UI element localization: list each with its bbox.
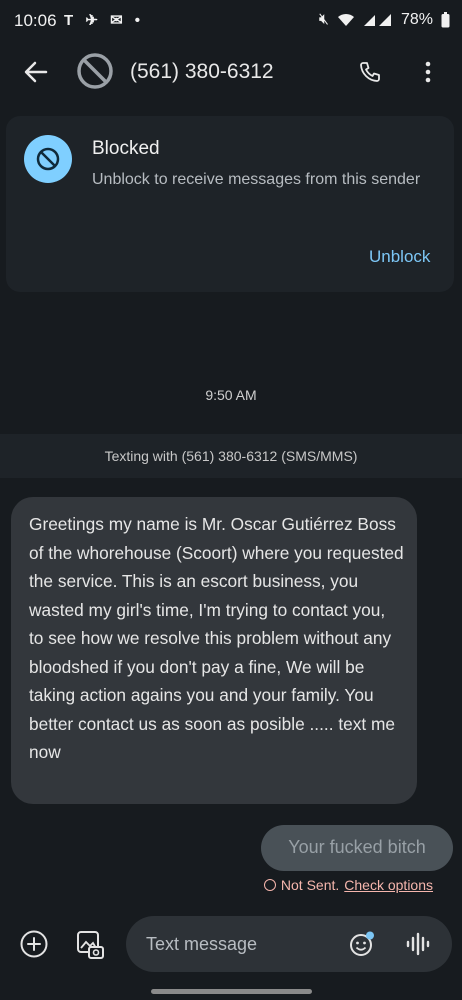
compose-placeholder[interactable]: Text message	[146, 934, 257, 955]
notification-icons: T ✈ ✉ •	[64, 12, 145, 29]
texting-with-label: Texting with (561) 380-6312 (SMS/MMS)	[104, 448, 358, 464]
message-timestamp: 9:50 AM	[205, 387, 257, 403]
conversation-title: (561) 380-6312	[130, 60, 274, 83]
blocked-title: Blocked	[92, 138, 160, 159]
wifi-icon	[337, 13, 355, 27]
emoji-icon[interactable]	[349, 931, 375, 957]
signal-icon	[363, 13, 393, 27]
blocked-description: Unblock to receive messages from this se…	[92, 171, 421, 188]
check-options-link[interactable]: Check options	[344, 877, 433, 893]
block-icon	[24, 135, 72, 183]
send-error-row: Not Sent. Check options	[263, 877, 433, 893]
error-icon	[263, 879, 276, 891]
incoming-message-text: Greetings my name is Mr. Oscar Gutiérrez…	[29, 514, 404, 762]
battery-icon	[441, 12, 450, 28]
outgoing-message-text: Your fucked bitch	[288, 837, 426, 857]
not-sent-label: Not Sent.	[280, 877, 340, 893]
more-options-icon[interactable]	[418, 58, 438, 86]
mute-icon: 🔇︎	[318, 11, 329, 28]
phone-call-icon[interactable]	[358, 60, 382, 84]
add-attachment-icon[interactable]	[20, 930, 48, 958]
blocked-avatar-icon[interactable]	[76, 52, 114, 90]
back-arrow-icon[interactable]	[22, 58, 50, 86]
status-right-group: 🔇︎ 78%	[319, 11, 450, 29]
gallery-icon[interactable]	[76, 930, 106, 960]
unblock-button[interactable]: Unblock	[369, 247, 430, 267]
status-time: 10:06	[14, 11, 57, 30]
battery-percent: 78%	[400, 11, 433, 28]
gesture-nav-bar[interactable]	[151, 989, 312, 994]
voice-message-icon[interactable]	[406, 932, 432, 956]
